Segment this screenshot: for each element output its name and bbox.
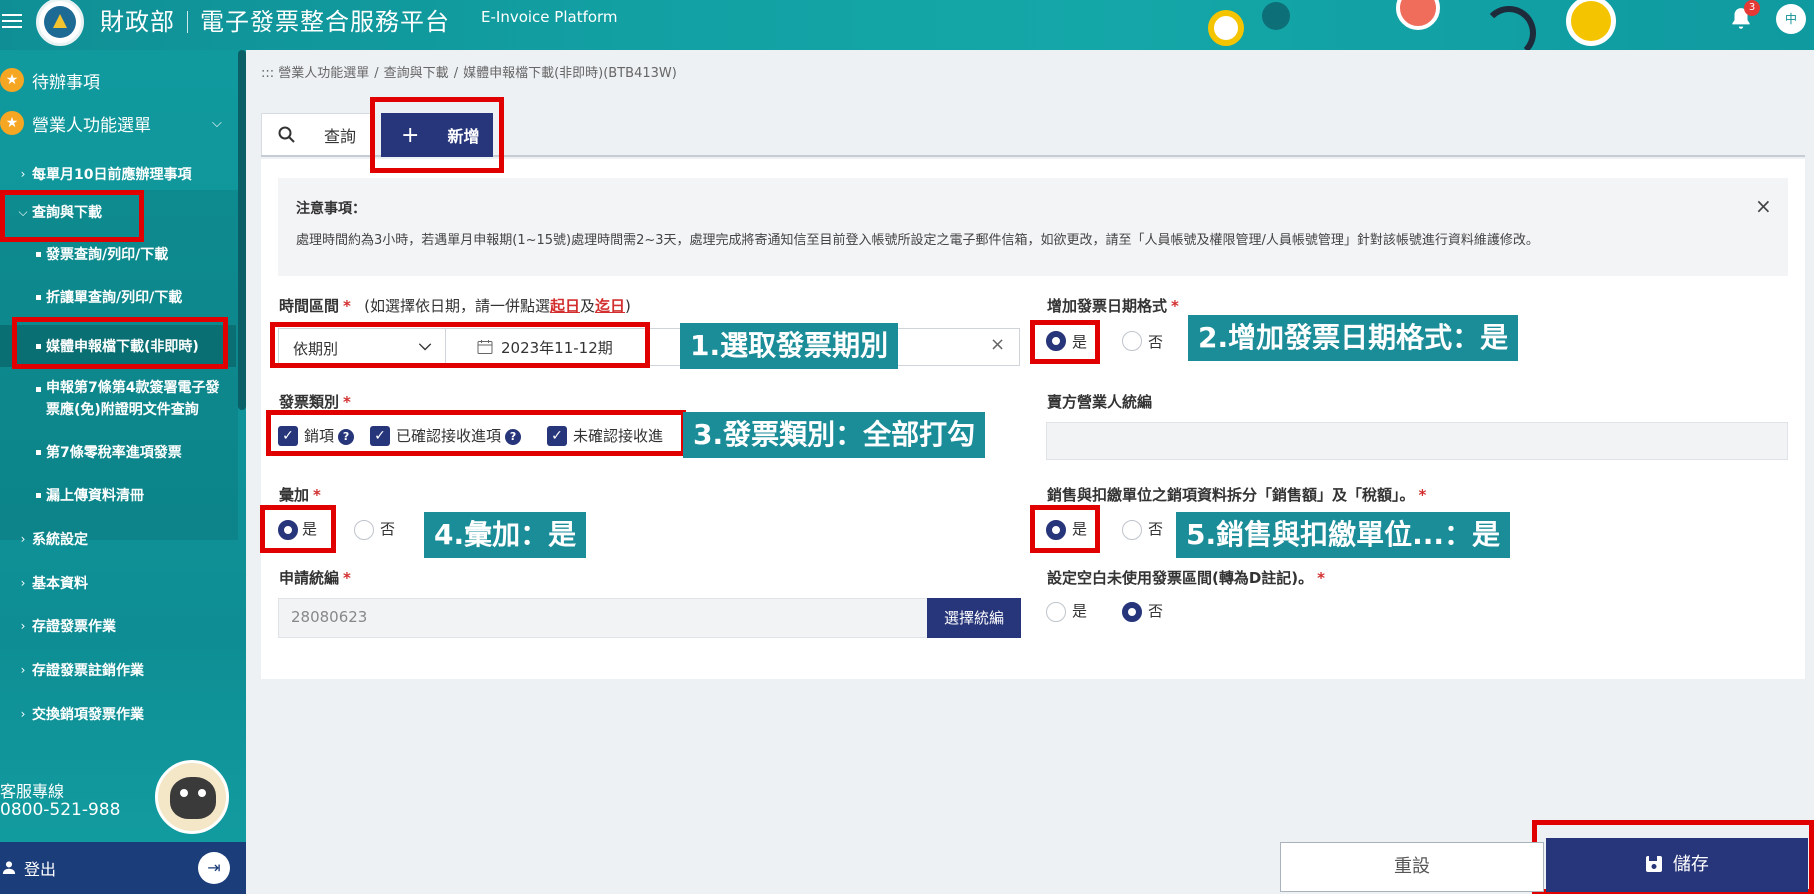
blank-range-yes-radio[interactable] [1046, 602, 1066, 622]
platform-title: 財政部 電子發票整合服務平台 [100, 8, 450, 36]
invoice-type-label: 發票類別 * [279, 393, 351, 411]
search-icon [278, 126, 295, 143]
sidebar-subitem-art7-query[interactable]: 申報第7條第4款簽署電子發 票應(免)附證明文件查詢 [0, 375, 236, 427]
tax-id-input [278, 598, 928, 638]
annotation-box-date-format [1030, 320, 1100, 364]
annotation-box-aggregate [260, 505, 336, 553]
callout-step-3: 3.發票類別：全部打勾 [683, 412, 986, 458]
chevron-right-icon: › [20, 707, 26, 721]
sidebar-item-exchange-output[interactable]: › 交換銷項發票作業 [0, 696, 236, 732]
chevron-right-icon: › [20, 663, 26, 677]
menu-icon[interactable] [2, 10, 22, 30]
aggregate-no-radio[interactable] [354, 520, 374, 540]
reset-button[interactable]: 重設 [1280, 842, 1544, 892]
chevron-right-icon: › [20, 532, 26, 546]
ministry-logo [36, 0, 84, 46]
annotation-box-query-menu [0, 190, 144, 242]
sidebar: ★ 待辦事項 ★ 營業人功能選單 ⌵ › 每單月10日前應辦理事項 ⌵ 查詢與下載 … [0, 50, 246, 894]
notice-box [278, 178, 1788, 276]
seller-tax-label: 賣方營業人統編 [1047, 393, 1153, 411]
star-icon: ★ [0, 68, 24, 92]
select-tax-id-button[interactable]: 選擇統編 [927, 598, 1021, 638]
period-label: 時間區間 * (如選擇依日期，請一併點選起日及迄日) [279, 297, 631, 315]
language-switch[interactable]: 中 [1776, 4, 1806, 34]
sidebar-item-system-settings[interactable]: › 系統設定 [0, 521, 236, 557]
tab-search[interactable]: 查詢 [261, 113, 373, 155]
breadcrumb: ::: 營業人功能選單 / 查詢與下載 / 媒體申報檔下載(非即時)(BTB413W) [261, 66, 677, 81]
platform-title-en: E-Invoice Platform [481, 8, 618, 26]
date-format-label: 增加發票日期格式 * [1047, 297, 1179, 315]
callout-step-4: 4.彙加：是 [424, 512, 587, 558]
top-header: 財政部 電子發票整合服務平台 E-Invoice Platform 3 中 [0, 0, 1814, 50]
logout-icon[interactable]: ⇥ [198, 852, 230, 884]
sidebar-item-pending[interactable]: ★ 待辦事項 [0, 60, 100, 100]
close-icon[interactable]: × [1755, 194, 1772, 218]
chevron-right-icon: › [20, 619, 26, 633]
decor-circle-icon [1262, 2, 1290, 30]
sidebar-scrollbar[interactable] [238, 50, 246, 410]
tax-id-label: 申請統編 * [279, 569, 351, 587]
notice-title: 注意事項： [296, 201, 366, 217]
annotation-box-add-tab [370, 97, 504, 173]
service-hotline-label: 客服專線 [0, 782, 65, 801]
annotation-box-invoice-type [266, 410, 686, 456]
decor-tag-icon [1396, 0, 1440, 30]
blank-range-no-radio[interactable] [1122, 602, 1142, 622]
sidebar-subitem-zero-tax[interactable]: 第7條零稅率進項發票 [0, 434, 236, 470]
aggregate-label: 彙加 * [279, 486, 321, 504]
callout-step-1: 1.選取發票期別 [680, 323, 899, 369]
annotation-box-media-menu [12, 317, 228, 369]
chevron-right-icon: › [20, 576, 26, 590]
clear-period-icon[interactable]: × [990, 334, 1005, 355]
blank-range-label: 設定空白未使用發票區間(轉為D註記)。 * [1047, 569, 1326, 587]
sidebar-item-biz-menu[interactable]: ★ 營業人功能選單 ⌵ [0, 103, 236, 143]
annotation-box-period [270, 322, 650, 368]
sidebar-subitem-missing-upload[interactable]: 漏上傳資料清冊 [0, 477, 236, 513]
decor-wifi-icon [1482, 6, 1536, 50]
chevron-right-icon: › [20, 167, 26, 181]
save-icon [1646, 856, 1663, 872]
decor-coin-icon [1566, 0, 1616, 46]
logout-bar[interactable]: 登出 ⇥ [0, 842, 246, 894]
annotation-box-split [1030, 505, 1100, 553]
star-icon: ★ [0, 111, 24, 135]
seller-tax-input [1046, 422, 1788, 460]
split-no-radio[interactable] [1122, 520, 1142, 540]
chevron-down-icon: ⌵ [212, 115, 222, 131]
user-icon [2, 861, 16, 874]
split-label: 銷售與扣繳單位之銷項資料拆分「銷售額」及「稅額」。 * [1047, 486, 1427, 504]
date-format-no-radio[interactable] [1122, 331, 1142, 351]
notice-body: 處理時間約為3小時，若遇單月申報期(1~15號)處理時間需2~3天，處理完成將寄… [296, 233, 1539, 248]
callout-step-2: 2.增加發票日期格式：是 [1188, 315, 1519, 361]
notification-badge: 3 [1744, 0, 1760, 16]
callout-step-5: 5.銷售與扣繳單位...：是 [1176, 512, 1511, 558]
mascot-image [155, 760, 229, 834]
sidebar-subitem-allowance-query[interactable]: 折讓單查詢/列印/下載 [0, 279, 236, 315]
sidebar-item-cert-invoice[interactable]: › 存證發票作業 [0, 608, 236, 644]
tax-id-value: 28080623 [291, 608, 368, 626]
decor-circle-icon [1208, 10, 1244, 46]
sidebar-item-cert-void[interactable]: › 存證發票註銷作業 [0, 652, 236, 688]
save-button[interactable]: 儲存 [1546, 838, 1808, 892]
sidebar-item-basic-data[interactable]: › 基本資料 [0, 565, 236, 601]
sidebar-item-monthly[interactable]: › 每單月10日前應辦理事項 [0, 156, 236, 192]
service-hotline-number: 0800-521-988 [0, 800, 121, 820]
